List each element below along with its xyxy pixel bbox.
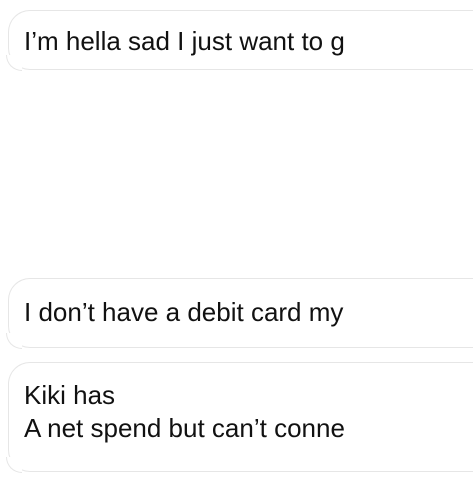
message-thread: I’m hella sad I just want to g I don’t h… <box>0 0 473 482</box>
bubble-tail <box>6 55 22 71</box>
message-text: Kiki has <box>24 380 116 410</box>
message-text: I don’t have a debit card my <box>24 297 344 327</box>
message-text: A net spend but can’t conne <box>24 413 345 443</box>
bubble-tail <box>6 333 22 349</box>
bubble-tail <box>6 457 22 473</box>
message-text: I’m hella sad I just want to g <box>24 26 345 56</box>
received-message-bubble[interactable]: I’m hella sad I just want to g <box>8 10 473 70</box>
received-message-bubble[interactable]: I don’t have a debit card my <box>8 278 473 348</box>
received-message-bubble[interactable]: Kiki has A net spend but can’t conne <box>8 362 473 472</box>
